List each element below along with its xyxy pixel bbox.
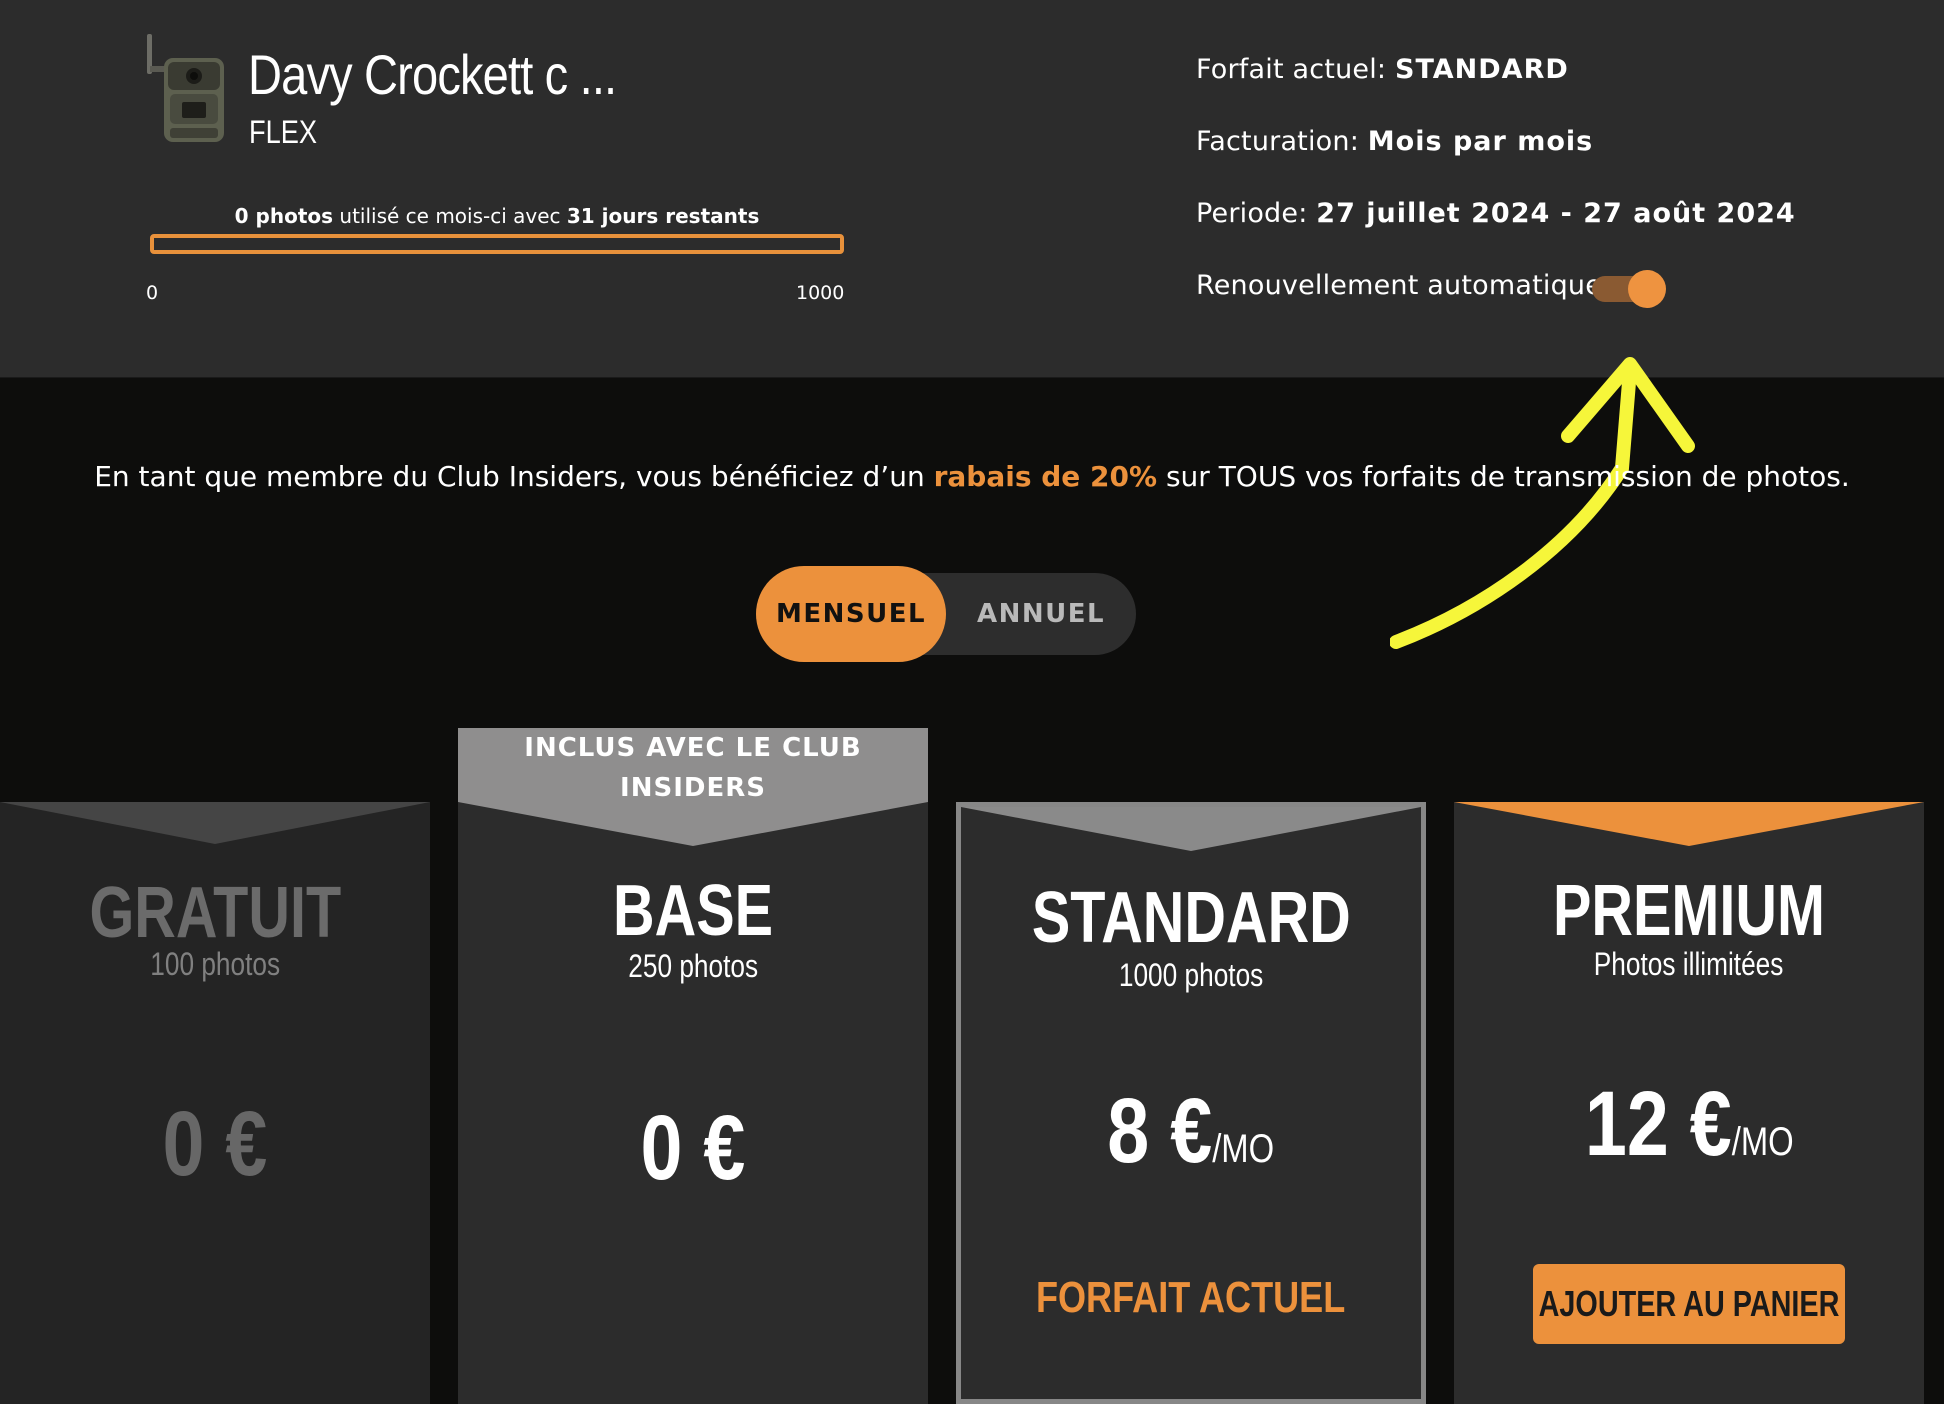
plan-photo-quota-text: Photos illimitées <box>1594 946 1784 982</box>
plan-photo-quota: Photos illimitées <box>1454 946 1924 983</box>
usage-summary: 0 photos utilisé ce mois-ci avec 31 jour… <box>150 204 844 228</box>
plan-name: PREMIUM <box>1454 870 1924 952</box>
promo-prefix: En tant que membre du Club Insiders, vou… <box>94 460 934 493</box>
plan-name: BASE <box>458 870 928 952</box>
device-name: Davy Crockett c ... <box>248 43 617 106</box>
plan-name: GRATUIT <box>0 872 430 954</box>
device-model: FLEX <box>249 114 318 150</box>
plan-card-premium[interactable]: PREMIUM Photos illimitées 12 €/MO AJOUTE… <box>1454 802 1924 1404</box>
billing-period-switch: MENSUEL ANNUEL <box>756 566 1136 662</box>
trail-camera-image <box>147 34 224 142</box>
plan-photo-quota: 1000 photos <box>961 957 1421 994</box>
plan-price: 0 € <box>0 1092 430 1197</box>
current-plan-badge-text: FORFAIT ACTUEL <box>1036 1273 1346 1322</box>
tab-monthly[interactable]: MENSUEL <box>756 566 946 662</box>
plan-name-text: GRATUIT <box>89 873 341 953</box>
used-photo-count: 0 photos <box>234 204 334 228</box>
card-chevron <box>961 807 1421 851</box>
usage-max-label: 1000 <box>796 282 845 304</box>
promo-suffix: sur TOUS vos forfaits de transmission de… <box>1157 460 1850 493</box>
plan-photo-quota-text: 1000 photos <box>1118 957 1264 993</box>
add-to-cart-label: AJOUTER AU PANIER <box>1538 1283 1840 1324</box>
add-to-cart-button[interactable]: AJOUTER AU PANIER <box>1533 1264 1845 1344</box>
plan-price-unit: /MO <box>1212 1127 1275 1171</box>
insiders-included-ribbon: INCLUS AVEC LE CLUB INSIDERS <box>458 728 928 804</box>
card-chevron <box>1454 802 1924 846</box>
auto-renew-toggle-knob <box>1628 270 1666 308</box>
tab-yearly[interactable]: ANNUEL <box>946 573 1136 655</box>
current-plan-badge: FORFAIT ACTUEL <box>961 1273 1421 1323</box>
auto-renew-label: Renouvellement automatique <box>1196 270 1603 301</box>
plan-name-text: STANDARD <box>1031 878 1351 958</box>
plan-card-free[interactable]: GRATUIT 100 photos 0 € <box>0 802 430 1404</box>
current-plan-line: Forfait actuel: STANDARD <box>1196 54 1569 85</box>
plan-card-standard[interactable]: STANDARD 1000 photos 8 €/MO FORFAIT ACTU… <box>956 802 1426 1404</box>
auto-renew-toggle[interactable] <box>1592 270 1666 308</box>
card-chevron <box>458 802 928 846</box>
billing-line: Facturation: Mois par mois <box>1196 126 1593 157</box>
usage-min-label: 0 <box>146 282 159 304</box>
plan-price-value: 0 € <box>640 1097 746 1199</box>
plan-price: 8 €/MO <box>961 1079 1421 1184</box>
usage-progress-bar <box>150 234 844 254</box>
current-plan-value: STANDARD <box>1395 54 1569 85</box>
plan-name: STANDARD <box>961 877 1421 959</box>
usage-progress-track <box>150 234 844 254</box>
plan-card-base[interactable]: BASE 250 photos 0 € <box>458 802 928 1404</box>
card-chevron <box>0 802 430 844</box>
billing-value: Mois par mois <box>1367 126 1594 157</box>
period-value: 27 juillet 2024 - 27 août 2024 <box>1316 198 1796 229</box>
plan-price: 0 € <box>458 1096 928 1201</box>
plan-photo-quota: 250 photos <box>458 948 928 985</box>
annotation-arrow-icon <box>1390 357 1695 649</box>
plan-photo-quota-text: 100 photos <box>150 946 280 982</box>
current-plan-label: Forfait actuel: <box>1196 54 1395 85</box>
days-remaining: 31 jours restants <box>566 204 760 228</box>
plan-name-text: PREMIUM <box>1553 871 1825 951</box>
promo-highlight: rabais de 20% <box>933 460 1158 493</box>
period-label: Periode: <box>1196 198 1317 229</box>
plan-photo-quota: 100 photos <box>0 946 430 983</box>
usage-middle-text: utilisé ce mois-ci avec <box>333 204 567 228</box>
plan-photo-quota-text: 250 photos <box>628 948 758 984</box>
period-line: Periode: 27 juillet 2024 - 27 août 2024 <box>1196 198 1796 229</box>
plan-name-text: BASE <box>612 871 774 951</box>
plan-price-value: 0 € <box>162 1093 268 1195</box>
plan-price: 12 €/MO <box>1454 1072 1924 1177</box>
plan-price-value: 12 € <box>1584 1073 1732 1175</box>
plan-price-value: 8 € <box>1107 1080 1213 1182</box>
billing-label: Facturation: <box>1196 126 1368 157</box>
plan-price-unit: /MO <box>1731 1120 1794 1164</box>
insiders-promo-text: En tant que membre du Club Insiders, vou… <box>0 460 1944 493</box>
subscription-header: Davy Crockett c ... FLEX 0 photos utilis… <box>0 0 1944 378</box>
